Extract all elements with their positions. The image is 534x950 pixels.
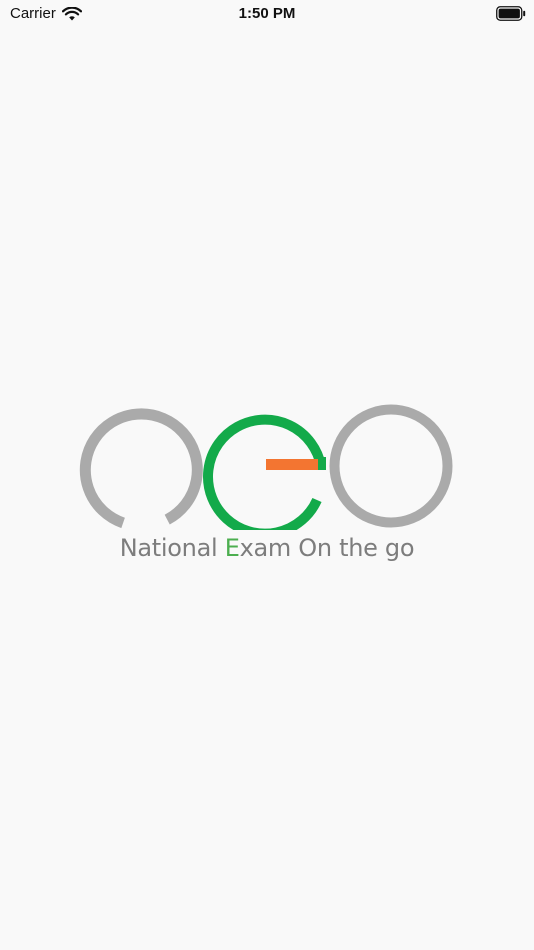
app-tagline: National Exam On the go xyxy=(0,534,534,562)
logo-left-ring xyxy=(79,408,203,529)
battery-icon xyxy=(496,6,526,21)
neo-logo xyxy=(79,404,453,530)
logo-green-ring xyxy=(203,414,326,530)
tagline-end: xam On the go xyxy=(239,534,415,562)
tagline-start: National xyxy=(119,534,225,562)
status-time: 1:50 PM xyxy=(238,5,296,22)
logo-orange-bar xyxy=(266,459,318,470)
status-bar: Carrier 1:50 PM xyxy=(0,0,534,28)
splash-screen: Carrier 1:50 PM National Exam On the go xyxy=(0,0,534,950)
tagline-accent-letter: E xyxy=(224,534,240,562)
logo-right-ring xyxy=(329,404,453,528)
